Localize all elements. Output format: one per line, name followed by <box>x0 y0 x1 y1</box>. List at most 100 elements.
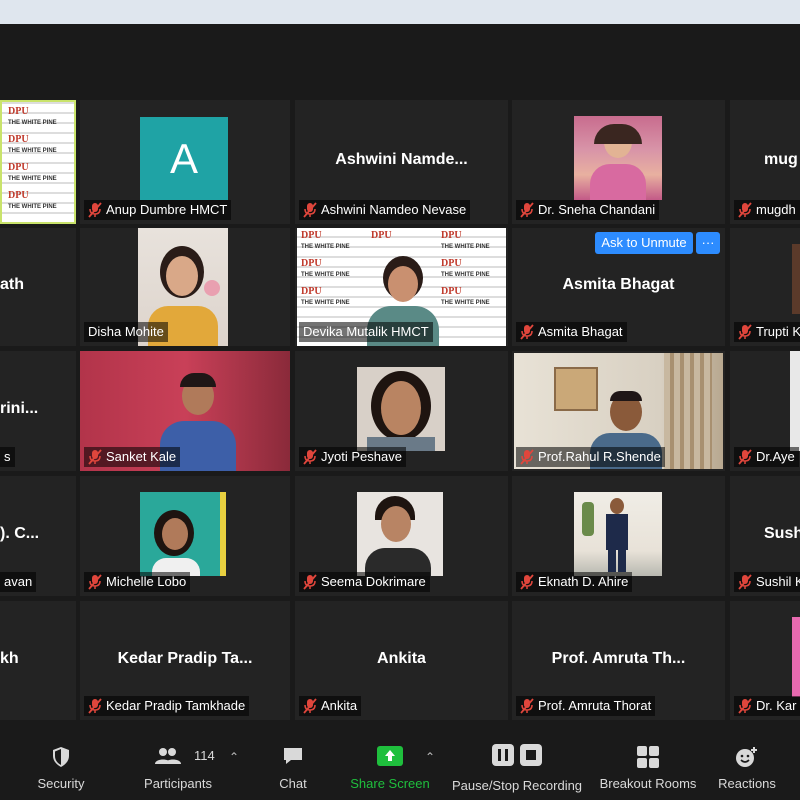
video-tile[interactable]: Disha Mohite <box>80 228 290 346</box>
slide-heading: THE WHITE PINE <box>441 272 490 278</box>
participant-name: Seema Dokrimare <box>321 574 426 589</box>
video-tile[interactable]: Jyoti Peshave <box>295 351 508 471</box>
participant-display-name: kh <box>0 649 19 667</box>
participant-name-label: Trupti K <box>734 322 800 342</box>
participant-video <box>140 492 226 576</box>
video-tile[interactable]: Eknath D. Ahire <box>512 476 725 596</box>
video-tile[interactable]: Dr. Kar <box>730 601 800 720</box>
share-screen-caret-icon[interactable]: ⌃ <box>425 750 435 764</box>
video-tile[interactable]: Michelle Lobo <box>80 476 290 596</box>
slide-heading: THE WHITE PINE <box>441 300 490 306</box>
video-tile[interactable]: Seema Dokrimare <box>295 476 508 596</box>
participant-name: Trupti K <box>756 324 800 339</box>
ask-to-unmute-button[interactable]: Ask to Unmute <box>595 232 693 254</box>
participant-name: Eknath D. Ahire <box>538 574 629 589</box>
participant-name-label: Devika Mutalik HMCT <box>299 322 433 342</box>
participant-name: Kedar Pradip Tamkhade <box>106 698 246 713</box>
slide-logo-text: DPU <box>441 258 462 269</box>
participant-name-label: mugdh <box>734 200 800 220</box>
pause-stop-recording-button[interactable]: Pause/Stop Recording <box>448 720 586 800</box>
muted-mic-icon <box>88 449 102 465</box>
security-label: Security <box>37 776 85 791</box>
slide-logo-text: DPU <box>301 286 322 297</box>
participant-name-label: Anup Dumbre HMCT <box>84 200 232 220</box>
participants-caret-icon[interactable]: ⌃ <box>229 750 239 764</box>
participant-name: s <box>4 449 11 464</box>
participants-icon <box>155 748 182 764</box>
shield-icon <box>53 747 69 767</box>
participant-name-label: Eknath D. Ahire <box>516 572 633 592</box>
participant-name-label: Ankita <box>299 696 362 716</box>
video-tile[interactable]: Trupti K <box>730 228 800 346</box>
pause-stop-icon <box>492 744 542 766</box>
participant-display-name: ). C... <box>0 525 40 543</box>
slide-logo-text: DPU <box>371 230 392 241</box>
participant-name-label: Dr. Kar <box>734 696 800 716</box>
participant-name-label: Asmita Bhagat <box>516 322 627 342</box>
participant-display-name: Prof. Amruta Th... <box>551 649 686 667</box>
share-screen-button[interactable]: Share Screen <box>345 720 435 800</box>
participant-display-name: rini... <box>0 400 39 418</box>
participant-name: mugdh <box>756 202 796 217</box>
meeting-toolbar: Security 114 Participants ⌃ Chat Share S… <box>0 720 800 800</box>
muted-mic-icon <box>303 449 317 465</box>
video-tile[interactable]: Dr. Sneha Chandani <box>512 100 725 224</box>
chat-button[interactable]: Chat <box>268 720 318 800</box>
participant-name: Sanket Kale <box>106 449 177 464</box>
video-tile[interactable]: DPU THE WHITE PINE DPU THE WHITE PINE DP… <box>0 100 76 224</box>
participant-video <box>574 492 662 576</box>
reactions-button[interactable]: Reactions <box>714 720 780 800</box>
muted-mic-icon <box>303 574 317 590</box>
video-tile[interactable]: Prof. Amruta Th... Prof. Amruta Thorat <box>512 601 725 720</box>
participants-button[interactable]: 114 Participants <box>138 720 218 800</box>
slide-heading: THE WHITE PINE <box>8 120 57 126</box>
video-tile[interactable]: mug mugdh <box>730 100 800 224</box>
muted-mic-icon <box>88 574 102 590</box>
video-tile[interactable]: rini... s <box>0 351 76 471</box>
video-tile[interactable]: Ashwini Namde... Ashwini Namdeo Nevase <box>295 100 508 224</box>
participant-name: Ashwini Namdeo Nevase <box>321 202 467 217</box>
video-tile[interactable]: A Anup Dumbre HMCT <box>80 100 290 224</box>
muted-mic-icon <box>738 449 752 465</box>
muted-mic-icon <box>738 324 752 340</box>
participant-video <box>792 244 800 314</box>
video-tile[interactable]: ath <box>0 228 76 346</box>
more-options-button[interactable]: ··· <box>696 232 720 254</box>
muted-mic-icon <box>520 324 534 340</box>
participant-name: Prof. Amruta Thorat <box>538 698 652 713</box>
participant-name: Ankita <box>321 698 358 713</box>
slide-heading: THE WHITE PINE <box>301 272 350 278</box>
video-tile[interactable]: ). C... avan <box>0 476 76 596</box>
participant-video <box>357 367 445 451</box>
participant-name: Asmita Bhagat <box>538 324 623 339</box>
video-tile[interactable]: Sanket Kale <box>80 351 290 471</box>
muted-mic-icon <box>88 698 102 714</box>
participant-name: Sushil K <box>756 574 800 589</box>
participant-name-label: Dr. Sneha Chandani <box>516 200 660 220</box>
slide-heading: THE WHITE PINE <box>441 244 490 250</box>
slide-heading: THE WHITE PINE <box>301 300 350 306</box>
participant-name-label: Michelle Lobo <box>84 572 191 592</box>
slide-heading: THE WHITE PINE <box>8 204 57 210</box>
participant-video <box>790 351 800 451</box>
video-tile[interactable]: Prof.Rahul R.Shende <box>512 351 725 471</box>
reactions-icon <box>736 747 757 767</box>
muted-mic-icon <box>738 202 752 218</box>
video-tile[interactable]: kh <box>0 601 76 720</box>
participant-name: Dr. Sneha Chandani <box>538 202 656 217</box>
breakout-rooms-icon <box>637 746 659 768</box>
participant-name: Jyoti Peshave <box>321 449 402 464</box>
video-tile[interactable]: Kedar Pradip Ta... Kedar Pradip Tamkhade <box>80 601 290 720</box>
video-tile[interactable]: Ankita Ankita <box>295 601 508 720</box>
participant-video <box>357 492 443 576</box>
video-tile[interactable]: Ask to Unmute ··· Asmita Bhagat Asmita B… <box>512 228 725 346</box>
participant-display-name: Kedar Pradip Ta... <box>117 649 253 667</box>
muted-mic-icon <box>738 698 752 714</box>
breakout-rooms-button[interactable]: Breakout Rooms <box>596 720 700 800</box>
video-tile[interactable]: DPU DPU DPU THE WHITE PINE THE WHITE PIN… <box>295 228 508 346</box>
gallery-grid: DPU THE WHITE PINE DPU THE WHITE PINE DP… <box>0 0 800 720</box>
participant-video <box>792 617 800 697</box>
security-button[interactable]: Security <box>30 720 92 800</box>
video-tile[interactable]: Dr.Aye <box>730 351 800 471</box>
video-tile[interactable]: Sush Sushil K <box>730 476 800 596</box>
